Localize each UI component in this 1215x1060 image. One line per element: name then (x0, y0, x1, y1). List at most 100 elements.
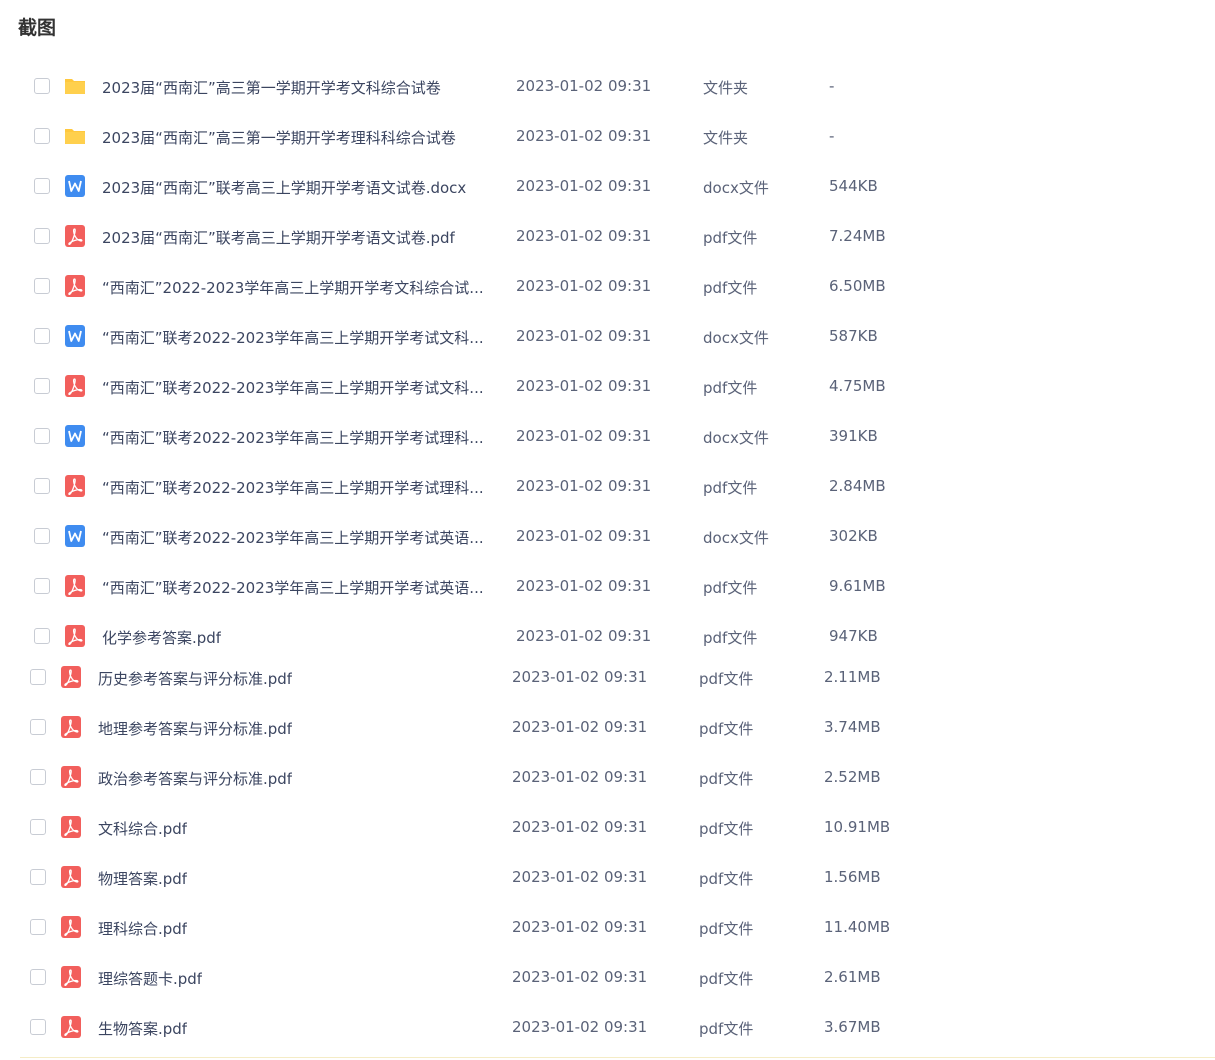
file-type: docx文件 (703, 329, 769, 347)
file-name[interactable]: “西南汇”联考2022-2023学年高三上学期开学考试文科... (102, 377, 484, 398)
file-row[interactable]: 政治参考答案与评分标准.pdf 2023-01-02 09:31 pdf文件 2.52… (20, 762, 1020, 792)
row-checkbox[interactable] (30, 919, 46, 935)
file-name[interactable]: “西南汇”联考2022-2023学年高三上学期开学考试英语... (102, 577, 484, 598)
row-checkbox[interactable] (34, 478, 50, 494)
file-name[interactable]: “西南汇”联考2022-2023学年高三上学期开学考试文科... (102, 327, 484, 348)
file-row[interactable]: 2023届“西南汇”高三第一学期开学考理科科综合试卷 2023-01-02 09:… (20, 121, 1020, 151)
row-checkbox[interactable] (34, 428, 50, 444)
row-checkbox[interactable] (34, 78, 50, 94)
file-size: 1.56MB (824, 868, 881, 886)
file-date: 2023-01-02 09:31 (516, 277, 652, 295)
file-type: 文件夹 (703, 79, 749, 97)
file-row[interactable]: 地理参考答案与评分标准.pdf 2023-01-02 09:31 pdf文件 3.74… (20, 712, 1020, 742)
file-size: 10.91MB (824, 818, 891, 836)
pdf-icon (59, 765, 83, 789)
pdf-icon (59, 915, 83, 939)
file-name[interactable]: 理科综合.pdf (98, 918, 187, 939)
file-name[interactable]: “西南汇”联考2022-2023学年高三上学期开学考试理科... (102, 427, 484, 448)
file-row[interactable]: 历史参考答案与评分标准.pdf 2023-01-02 09:31 pdf文件 2.11… (20, 662, 1020, 692)
file-date: 2023-01-02 09:31 (516, 77, 652, 95)
file-name[interactable]: 文科综合.pdf (98, 818, 187, 839)
file-row[interactable]: 生物答案.pdf 2023-01-02 09:31 pdf文件 3.67MB (20, 1012, 1020, 1042)
file-size: 11.40MB (824, 918, 891, 936)
file-name[interactable]: 化学参考答案.pdf (102, 627, 221, 648)
file-date: 2023-01-02 09:31 (512, 768, 648, 786)
row-checkbox[interactable] (30, 819, 46, 835)
file-row[interactable]: “西南汇”联考2022-2023学年高三上学期开学考试英语... 2023-01-… (20, 521, 1020, 551)
file-row[interactable]: 化学参考答案.pdf 2023-01-02 09:31 pdf文件 947KB (20, 621, 1020, 651)
file-size: 3.74MB (824, 718, 881, 736)
file-name[interactable]: 2023届“西南汇”高三第一学期开学考理科科综合试卷 (102, 127, 456, 148)
file-date: 2023-01-02 09:31 (516, 327, 652, 345)
row-checkbox[interactable] (30, 719, 46, 735)
file-name[interactable]: 物理答案.pdf (98, 868, 187, 889)
file-name[interactable]: “西南汇”联考2022-2023学年高三上学期开学考试理科... (102, 477, 484, 498)
file-date: 2023-01-02 09:31 (516, 477, 652, 495)
row-checkbox[interactable] (34, 278, 50, 294)
file-name[interactable]: 2023届“西南汇”高三第一学期开学考文科综合试卷 (102, 77, 441, 98)
pdf-icon (63, 374, 87, 398)
file-date: 2023-01-02 09:31 (512, 818, 648, 836)
row-checkbox[interactable] (30, 669, 46, 685)
file-name[interactable]: “西南汇”2022-2023学年高三上学期开学考文科综合试... (102, 277, 484, 298)
file-row[interactable]: 文科综合.pdf 2023-01-02 09:31 pdf文件 10.91MB (20, 812, 1020, 842)
file-size: - (829, 77, 835, 95)
file-date: 2023-01-02 09:31 (516, 177, 652, 195)
file-type: pdf文件 (699, 1020, 754, 1038)
file-name[interactable]: 历史参考答案与评分标准.pdf (98, 668, 292, 689)
file-size: 391KB (829, 427, 878, 445)
file-row[interactable]: “西南汇”2022-2023学年高三上学期开学考文科综合试... 2023-01-… (20, 271, 1020, 301)
file-row[interactable]: 2023届“西南汇”联考高三上学期开学考语文试卷.pdf 2023-01-02 0… (20, 221, 1020, 251)
file-type: pdf文件 (703, 479, 758, 497)
file-size: 2.52MB (824, 768, 881, 786)
pdf-icon (59, 865, 83, 889)
file-size: 302KB (829, 527, 878, 545)
file-name[interactable]: 政治参考答案与评分标准.pdf (98, 768, 292, 789)
file-type: 文件夹 (703, 129, 749, 147)
file-row[interactable]: “西南汇”联考2022-2023学年高三上学期开学考试文科... 2023-01-… (20, 321, 1020, 351)
file-name[interactable]: 2023届“西南汇”联考高三上学期开学考语文试卷.pdf (102, 227, 455, 248)
file-name[interactable]: “西南汇”联考2022-2023学年高三上学期开学考试英语... (102, 527, 484, 548)
file-row[interactable]: 理综答题卡.pdf 2023-01-02 09:31 pdf文件 2.61MB (20, 962, 1020, 992)
file-size: 4.75MB (829, 377, 886, 395)
pdf-icon (59, 965, 83, 989)
row-checkbox[interactable] (30, 869, 46, 885)
pdf-icon (63, 224, 87, 248)
row-checkbox[interactable] (34, 578, 50, 594)
file-row[interactable]: 理科综合.pdf 2023-01-02 09:31 pdf文件 11.40MB (20, 912, 1020, 942)
row-checkbox[interactable] (34, 178, 50, 194)
file-date: 2023-01-02 09:31 (516, 627, 652, 645)
row-checkbox[interactable] (30, 1019, 46, 1035)
file-type: pdf文件 (699, 670, 754, 688)
file-row[interactable]: “西南汇”联考2022-2023学年高三上学期开学考试理科... 2023-01-… (20, 471, 1020, 501)
file-row[interactable]: “西南汇”联考2022-2023学年高三上学期开学考试文科... 2023-01-… (20, 371, 1020, 401)
file-date: 2023-01-02 09:31 (516, 377, 652, 395)
file-size: 587KB (829, 327, 878, 345)
file-date: 2023-01-02 09:31 (512, 718, 648, 736)
file-name[interactable]: 地理参考答案与评分标准.pdf (98, 718, 292, 739)
file-row[interactable]: 2023届“西南汇”高三第一学期开学考文科综合试卷 2023-01-02 09:3… (20, 71, 1020, 101)
file-type: pdf文件 (703, 579, 758, 597)
row-checkbox[interactable] (34, 378, 50, 394)
file-date: 2023-01-02 09:31 (512, 668, 648, 686)
file-row[interactable]: “西南汇”联考2022-2023学年高三上学期开学考试理科... 2023-01-… (20, 421, 1020, 451)
file-row[interactable]: 物理答案.pdf 2023-01-02 09:31 pdf文件 1.56MB (20, 862, 1020, 892)
row-checkbox[interactable] (34, 528, 50, 544)
pdf-icon (59, 665, 83, 689)
row-checkbox[interactable] (34, 228, 50, 244)
row-checkbox[interactable] (34, 628, 50, 644)
file-date: 2023-01-02 09:31 (516, 527, 652, 545)
file-row[interactable]: 2023届“西南汇”联考高三上学期开学考语文试卷.docx 2023-01-02 … (20, 171, 1020, 201)
file-name[interactable]: 生物答案.pdf (98, 1018, 187, 1039)
row-checkbox[interactable] (34, 328, 50, 344)
row-checkbox[interactable] (30, 769, 46, 785)
file-row[interactable]: “西南汇”联考2022-2023学年高三上学期开学考试英语... 2023-01-… (20, 571, 1020, 601)
file-name[interactable]: 理综答题卡.pdf (98, 968, 202, 989)
row-checkbox[interactable] (34, 128, 50, 144)
word-icon (63, 524, 87, 548)
file-type: pdf文件 (703, 379, 758, 397)
file-name[interactable]: 2023届“西南汇”联考高三上学期开学考语文试卷.docx (102, 177, 466, 198)
pdf-icon (63, 274, 87, 298)
file-type: pdf文件 (703, 279, 758, 297)
row-checkbox[interactable] (30, 969, 46, 985)
